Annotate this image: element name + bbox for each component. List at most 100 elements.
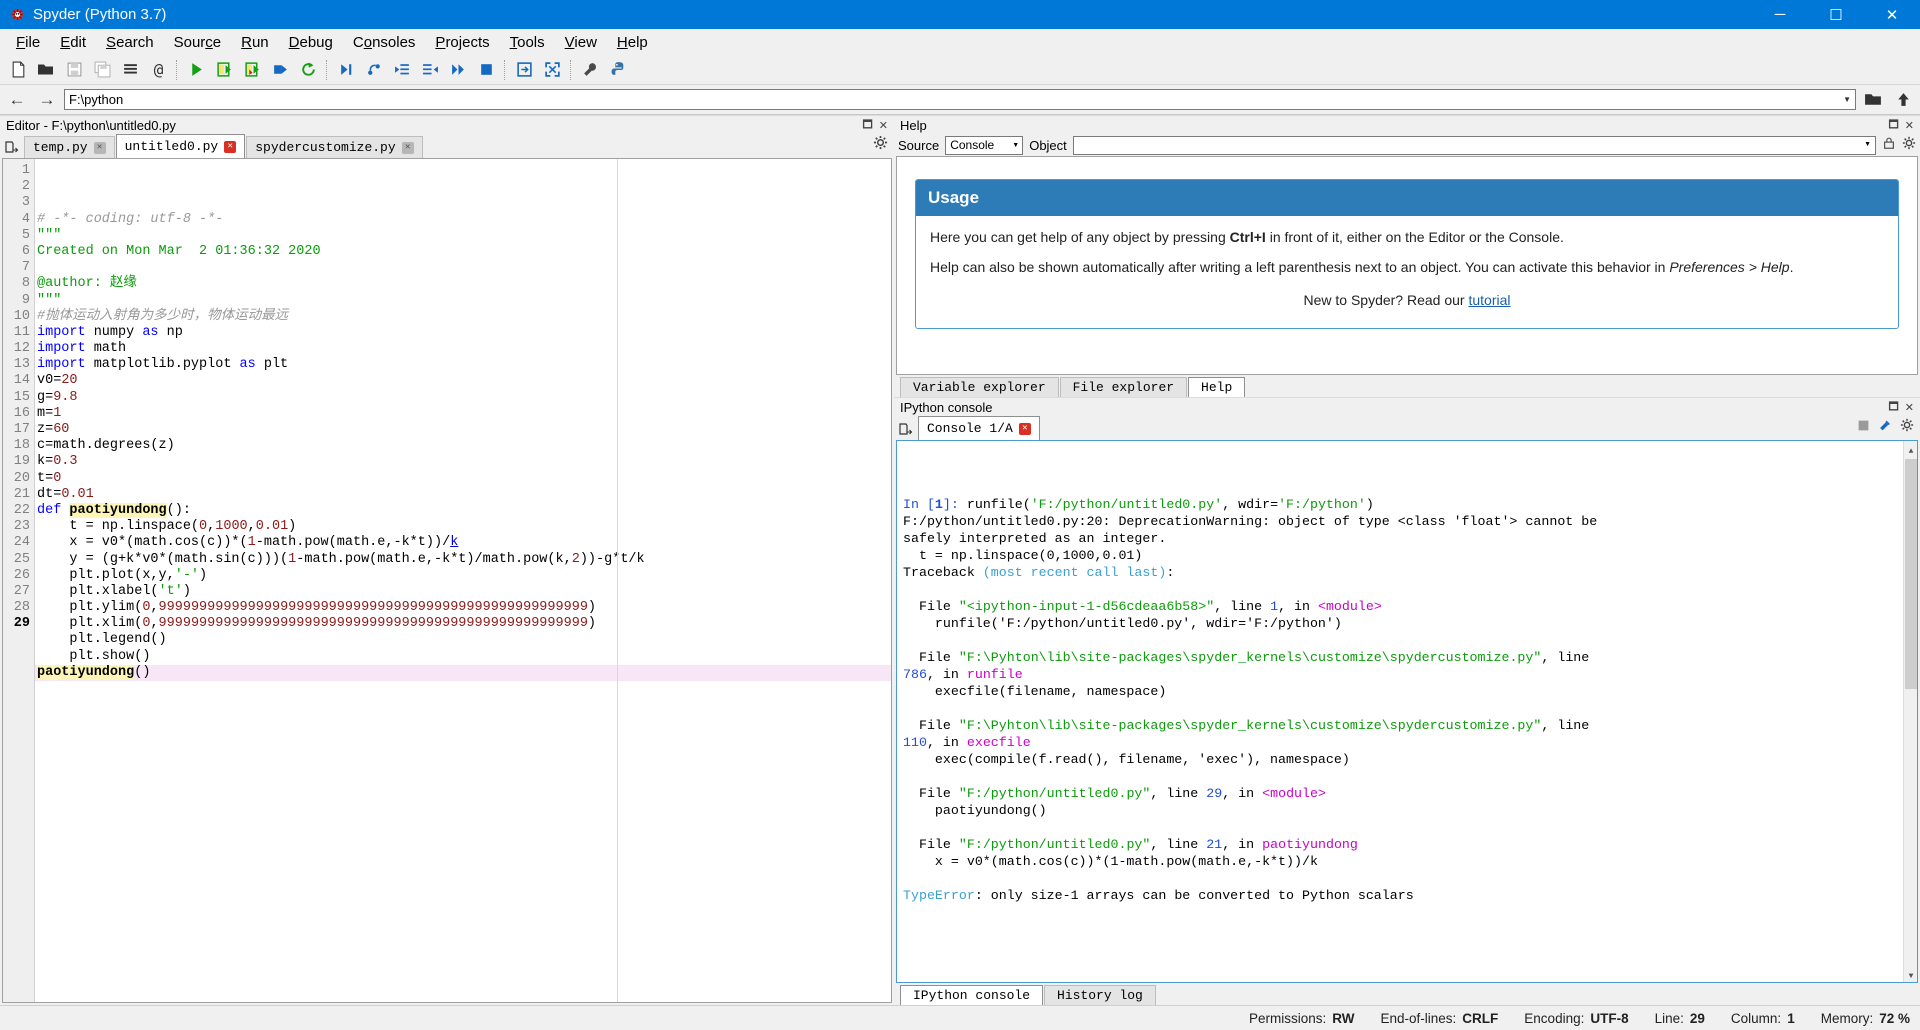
code-text[interactable]: # -*- coding: utf-8 -*- """ Created on Mon…	[35, 159, 891, 1002]
editor-tab-spydercustomize-py[interactable]: spydercustomize.py ✕	[246, 136, 423, 158]
editor-tab-temp-py[interactable]: temp.py ✕	[24, 136, 115, 158]
up-arrow-icon[interactable]	[1890, 88, 1916, 112]
console-tab-1a[interactable]: Console 1/A ✕	[918, 416, 1040, 440]
step-return-icon[interactable]	[416, 57, 444, 83]
code-token: 9999999999999999999999999999999999999999…	[158, 600, 588, 616]
maximize-button[interactable]: ☐	[1808, 0, 1864, 29]
scroll-down-icon[interactable]: ▼	[1906, 968, 1916, 981]
console-token: F:/python/untitled0.py:20: DeprecationWa…	[903, 514, 1598, 529]
maximize-pane-icon[interactable]	[510, 57, 538, 83]
menu-file[interactable]: File	[6, 31, 50, 54]
console-token: runfile	[966, 667, 1023, 682]
undock-icon[interactable]: 🗖	[862, 116, 872, 135]
console-output[interactable]: ▲ ▼ In [1]: runfile('F:/python/untitled0…	[896, 440, 1918, 983]
right-pane: Help 🗖 ✕ Source Console ▼ Object ▼ Usage…	[894, 115, 1920, 1005]
console-line: File "F:/python/untitled0.py", line 21, …	[903, 836, 1911, 853]
back-arrow-icon[interactable]: ←	[4, 88, 30, 112]
forward-arrow-icon[interactable]: →	[34, 88, 60, 112]
save-all-icon[interactable]	[88, 57, 116, 83]
close-icon[interactable]: ✕	[93, 141, 106, 154]
help-object-input[interactable]: ▼	[1072, 135, 1876, 155]
undock-icon[interactable]: 🗖	[1888, 116, 1898, 135]
line-number-gutter: 1 2 3 4 5 6 7 8 9 10 11 12 13 14 15 16 17 18 19 20 21 22 23 24 2…	[3, 159, 35, 1002]
tutorial-link[interactable]: tutorial	[1468, 292, 1510, 308]
close-icon[interactable]: ✕	[1018, 422, 1031, 435]
menu-tools[interactable]: Tools	[500, 31, 555, 54]
menu-run[interactable]: Run	[231, 31, 279, 54]
menu-source[interactable]: Source	[164, 31, 232, 54]
console-menu-icon[interactable]	[1878, 419, 1892, 437]
close-pane-icon[interactable]: ✕	[879, 119, 888, 132]
close-button[interactable]: ✕	[1864, 0, 1920, 29]
scroll-up-icon[interactable]: ▲	[1906, 443, 1916, 456]
console-token: Traceback	[903, 565, 983, 580]
line-number: 11	[13, 324, 30, 340]
browse-tabs-icon[interactable]	[2, 136, 24, 158]
console-scrollbar[interactable]: ▲ ▼	[1903, 441, 1917, 982]
editor-tab-untitled0-py[interactable]: untitled0.py ✕	[115, 134, 246, 158]
menu-consoles[interactable]: Consoles	[343, 31, 426, 54]
toolbar-separator	[176, 59, 178, 80]
step-into-icon[interactable]	[388, 57, 416, 83]
at-icon[interactable]: @	[144, 57, 172, 83]
open-folder-icon[interactable]	[1860, 88, 1886, 112]
preferences-icon[interactable]	[576, 57, 604, 83]
editor-options-gear-icon[interactable]	[873, 135, 888, 155]
code-token: ()	[134, 664, 151, 680]
close-icon[interactable]: ✕	[224, 140, 237, 153]
menu-view[interactable]: View	[555, 31, 607, 54]
save-file-icon[interactable]	[60, 57, 88, 83]
console-options-gear-icon[interactable]	[1900, 418, 1914, 437]
undock-icon[interactable]: 🗖	[1888, 398, 1898, 417]
close-icon[interactable]: ✕	[401, 141, 414, 154]
browse-tabs-icon[interactable]	[896, 418, 918, 440]
step-over-icon[interactable]	[360, 57, 388, 83]
usage-p2-prefs: Preferences > Help	[1669, 258, 1790, 275]
stop-icon[interactable]	[472, 57, 500, 83]
code-editor[interactable]: 1 2 3 4 5 6 7 8 9 10 11 12 13 14 15 16 17 18 19 20 21 22 23 24 2…	[2, 158, 892, 1003]
debug-icon[interactable]	[332, 57, 360, 83]
run-cell-icon[interactable]	[210, 57, 238, 83]
menu-edit[interactable]: Edit	[50, 31, 96, 54]
chevron-down-icon[interactable]: ▼	[1843, 95, 1851, 104]
code-token: 0	[53, 470, 62, 486]
menu-search[interactable]: Search	[96, 31, 164, 54]
console-token: , in	[1278, 599, 1318, 614]
working-directory-combo[interactable]: F:\python ▼	[64, 89, 1856, 110]
help-source-combo[interactable]: Console ▼	[945, 135, 1024, 155]
lock-icon[interactable]	[1882, 136, 1896, 155]
tab-history-log[interactable]: History log	[1044, 985, 1156, 1005]
menu-projects[interactable]: Projects	[425, 31, 499, 54]
tab-help[interactable]: Help	[1188, 377, 1246, 397]
run-selection-icon[interactable]	[266, 57, 294, 83]
code-token: )	[182, 583, 191, 599]
menu-help[interactable]: Help	[607, 31, 658, 54]
chevron-down-icon[interactable]: ▼	[1864, 141, 1871, 148]
open-file-icon[interactable]	[32, 57, 60, 83]
help-options-gear-icon[interactable]	[1902, 136, 1916, 155]
fullscreen-icon[interactable]	[538, 57, 566, 83]
run-icon[interactable]	[182, 57, 210, 83]
python-path-icon[interactable]	[604, 57, 632, 83]
rerun-icon[interactable]	[294, 57, 322, 83]
chevron-down-icon[interactable]: ▼	[1012, 142, 1019, 149]
close-pane-icon[interactable]: ✕	[1905, 119, 1914, 132]
code-token: #抛体运动入射角为多少时，物体运动最远	[37, 308, 289, 324]
new-file-icon[interactable]	[4, 57, 32, 83]
minimize-button[interactable]: ─	[1752, 0, 1808, 29]
tab-file-explorer[interactable]: File explorer	[1059, 377, 1188, 397]
menu-debug[interactable]: Debug	[279, 31, 343, 54]
run-cell-advance-icon[interactable]	[238, 57, 266, 83]
file-list-icon[interactable]	[116, 57, 144, 83]
code-token: matplotlib.pyplot	[85, 357, 240, 373]
tab-ipython-console[interactable]: IPython console	[900, 985, 1044, 1005]
tab-variable-explorer[interactable]: Variable explorer	[900, 377, 1059, 397]
console-stop-icon[interactable]	[1857, 419, 1870, 437]
close-pane-icon[interactable]: ✕	[1905, 401, 1914, 414]
continue-icon[interactable]	[444, 57, 472, 83]
scrollbar-thumb[interactable]	[1905, 459, 1917, 689]
ipython-console-pane: IPython console 🗖 ✕ Console 1/A ✕ ▲ ▼ In…	[894, 397, 1920, 1005]
status-value: 1	[1787, 1010, 1795, 1026]
